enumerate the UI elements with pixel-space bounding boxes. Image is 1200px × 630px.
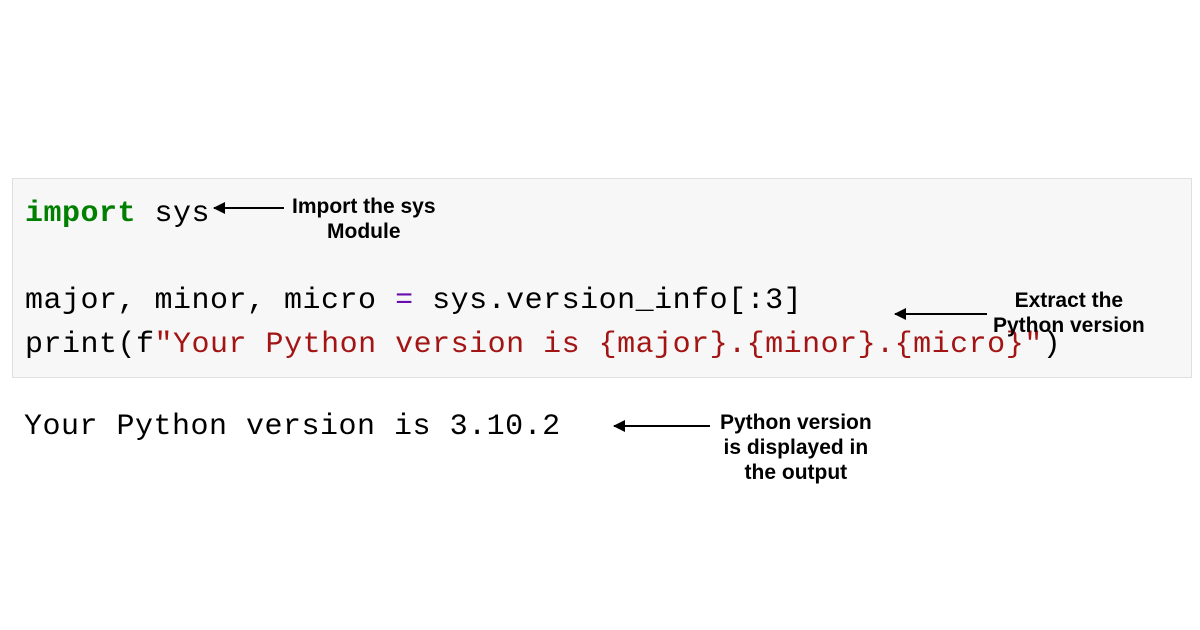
keyword-import: import (25, 197, 136, 231)
annotation-text: Python version (993, 314, 1145, 337)
operator-equals: = (395, 284, 414, 318)
string-interp: {major}.{minor}.{micro} (599, 328, 1025, 362)
code-text: major, minor, micro (25, 284, 395, 318)
annotation-text: Python version (720, 411, 872, 434)
string-body: Your Python version is (173, 328, 599, 362)
output-text: Your Python version is 3.10.2 (24, 410, 561, 444)
annotation-text: is displayed in (723, 436, 868, 459)
annotation-text: Import the sys (292, 195, 436, 218)
annotation-output: Python version is displayed in the outpu… (720, 410, 872, 486)
arrow-icon (895, 313, 987, 315)
annotation-text: Extract the (1015, 289, 1124, 312)
arrow-icon (614, 425, 710, 427)
annotation-text: the output (745, 461, 848, 484)
code-text: print(f (25, 328, 155, 362)
string-quote: " (155, 328, 174, 362)
code-text: sys.version_info[:3] (414, 284, 803, 318)
annotation-text: Module (327, 220, 401, 243)
code-block: import sys major, minor, micro = sys.ver… (12, 178, 1192, 378)
arrow-icon (214, 207, 284, 209)
annotation-import: Import the sys Module (292, 194, 436, 244)
annotation-extract: Extract the Python version (993, 288, 1145, 338)
code-text: sys (136, 197, 210, 231)
